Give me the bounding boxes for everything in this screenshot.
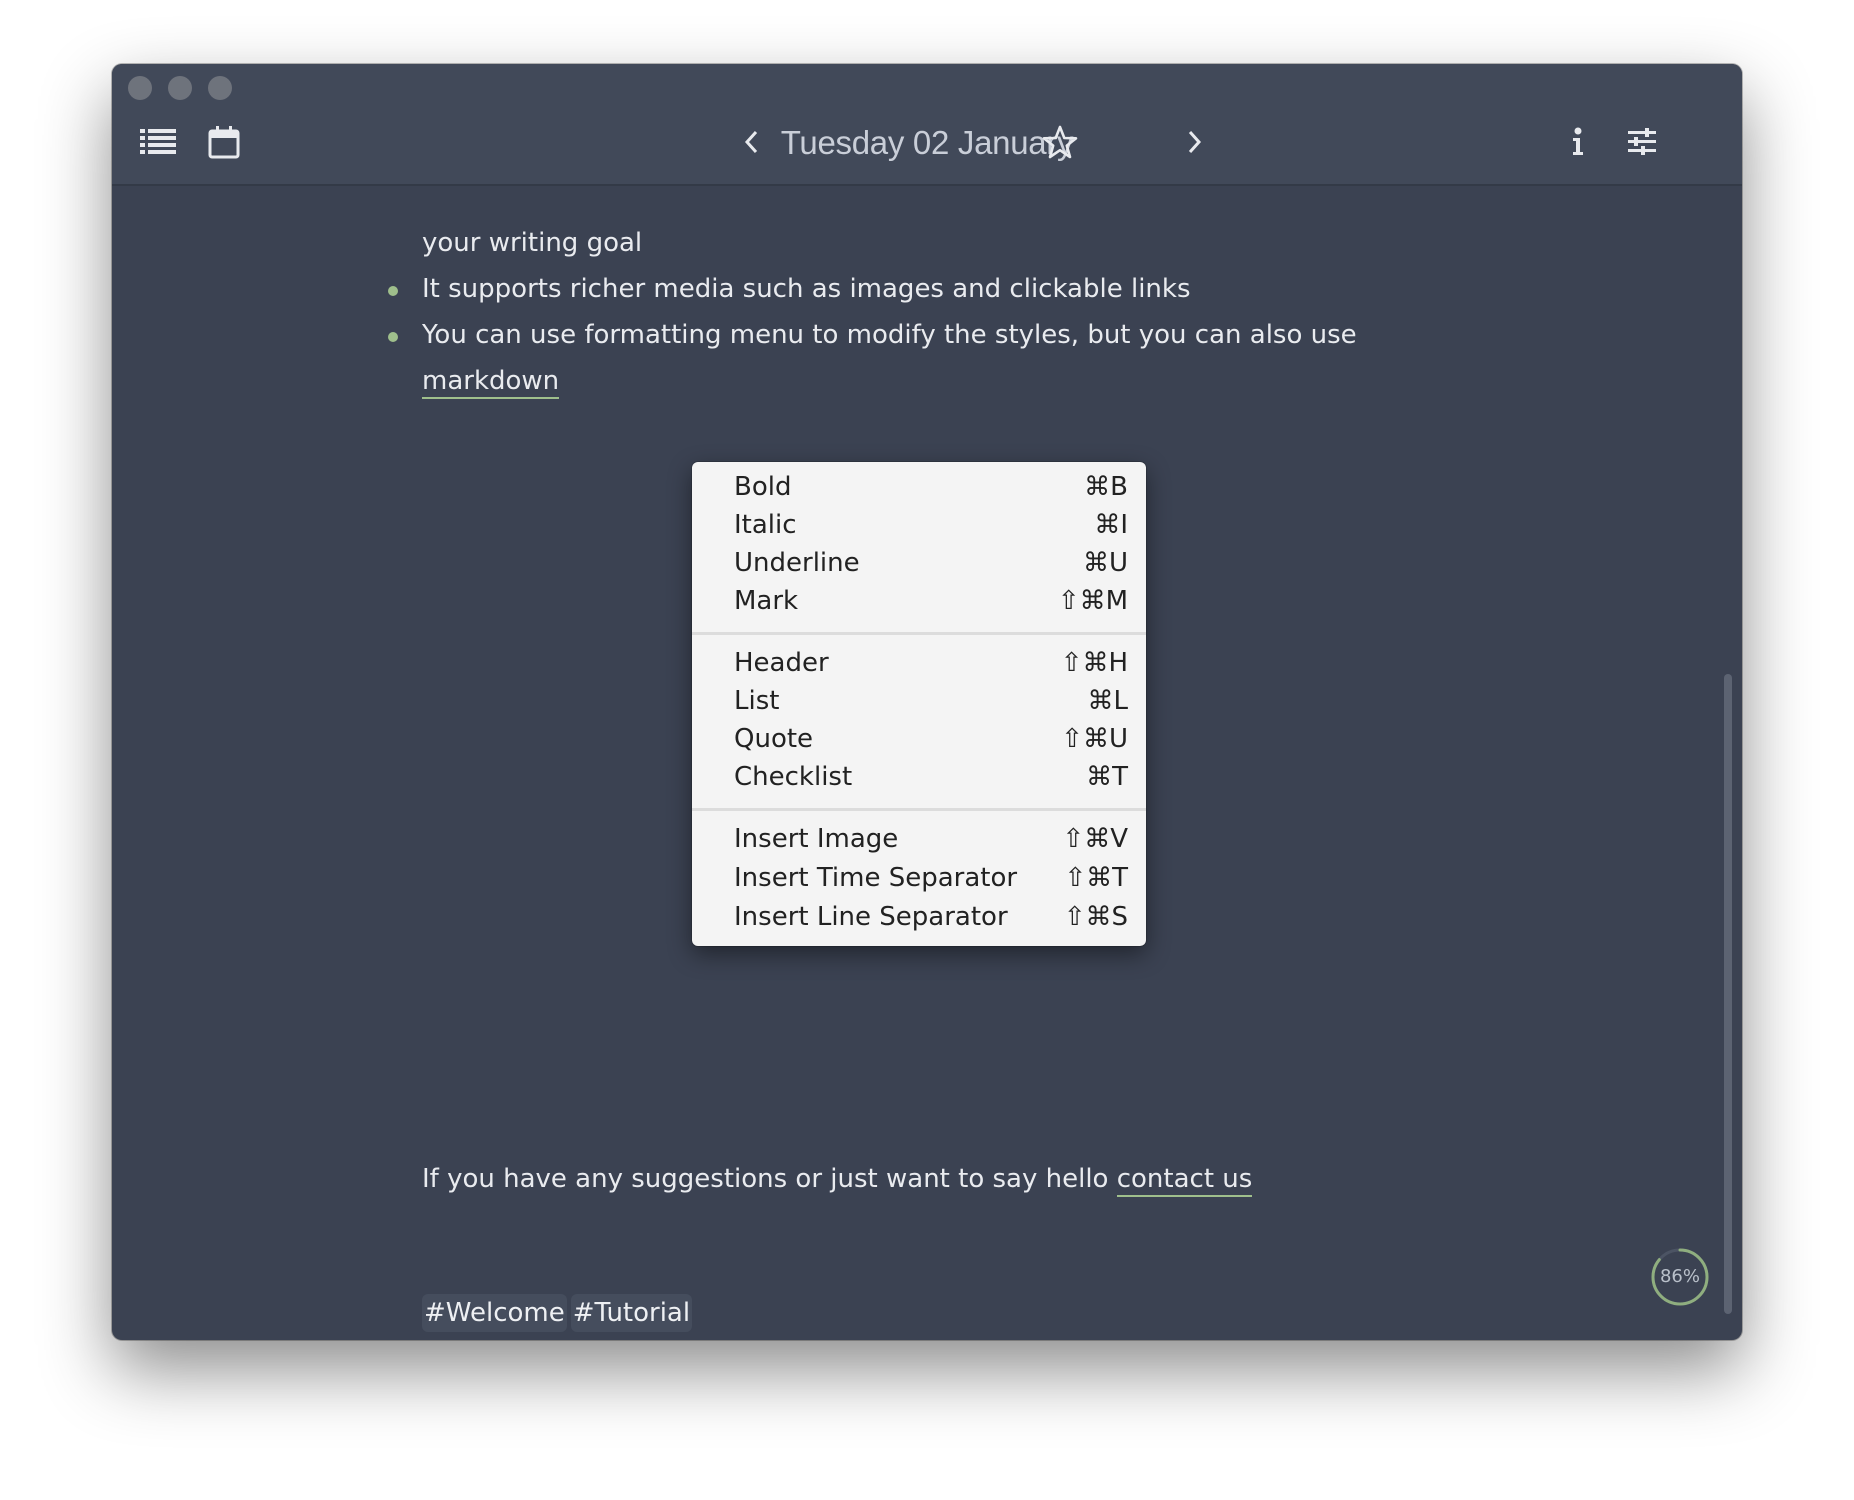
info-icon[interactable] — [1558, 122, 1598, 162]
shortcut: ⌘T — [1086, 762, 1128, 792]
star-icon[interactable] — [1040, 122, 1080, 162]
shortcut: ⌘L — [1087, 686, 1129, 716]
menu-item-italic[interactable]: Italic ⌘I — [692, 506, 1146, 544]
tag-list: #Welcome #Tutorial — [422, 1294, 696, 1332]
sliders-icon[interactable] — [1622, 122, 1662, 162]
list-item-continuation: markdown — [422, 366, 560, 399]
markdown-link[interactable]: markdown — [422, 366, 560, 399]
menu-item-insert-image[interactable]: Insert Image ⇧⌘V — [692, 820, 1146, 858]
app-window: Tuesday 02 January your writing goal It … — [112, 64, 1742, 1340]
shortcut: ⌘B — [1084, 472, 1128, 502]
chevron-right-icon[interactable] — [1174, 122, 1214, 162]
menu-separator — [692, 632, 1146, 635]
menu-item-underline[interactable]: Underline ⌘U — [692, 544, 1146, 582]
menu-item-insert-time-separator[interactable]: Insert Time Separator ⇧⌘T — [692, 859, 1146, 897]
suggestion-paragraph: If you have any suggestions or just want… — [422, 1164, 1253, 1197]
menu-item-quote[interactable]: Quote ⇧⌘U — [692, 720, 1146, 758]
shortcut: ⌘U — [1082, 548, 1128, 578]
list-item-text: It supports richer media such as images … — [422, 274, 1191, 304]
list-icon[interactable] — [138, 122, 178, 162]
shortcut: ⇧⌘T — [1064, 863, 1128, 893]
toolbar: Tuesday 02 January — [112, 64, 1742, 186]
tag-tutorial[interactable]: #Tutorial — [570, 1294, 693, 1332]
bullet-dot — [388, 332, 398, 342]
list-item-text: You can use formatting menu to modify th… — [422, 320, 1357, 350]
suggestion-text: If you have any suggestions or just want… — [422, 1164, 1117, 1194]
shortcut: ⇧⌘M — [1057, 586, 1128, 616]
list-item: It supports richer media such as images … — [388, 274, 1191, 304]
shortcut: ⇧⌘V — [1062, 824, 1128, 854]
menu-item-insert-line-separator[interactable]: Insert Line Separator ⇧⌘S — [692, 898, 1146, 936]
shortcut: ⌘I — [1094, 510, 1128, 540]
menu-item-list[interactable]: List ⌘L — [692, 682, 1146, 720]
tag-welcome[interactable]: #Welcome — [422, 1294, 567, 1332]
format-menu: Bold ⌘B Italic ⌘I Underline ⌘U Mark ⇧⌘M … — [692, 462, 1146, 946]
minimize-button[interactable] — [168, 76, 192, 100]
menu-separator — [692, 808, 1146, 811]
scrollbar[interactable] — [1724, 674, 1732, 1314]
close-button[interactable] — [128, 76, 152, 100]
text-line: your writing goal — [422, 228, 643, 258]
list-item: You can use formatting menu to modify th… — [388, 320, 1357, 350]
calendar-icon[interactable] — [204, 122, 244, 162]
menu-item-header[interactable]: Header ⇧⌘H — [692, 644, 1146, 682]
chevron-left-icon[interactable] — [732, 122, 772, 162]
date-title[interactable]: Tuesday 02 January — [781, 124, 1074, 162]
contact-link[interactable]: contact us — [1116, 1164, 1253, 1197]
progress-label: 86% — [1659, 1266, 1700, 1287]
shortcut: ⇧⌘U — [1061, 724, 1128, 754]
bullet-dot — [388, 286, 398, 296]
menu-item-mark[interactable]: Mark ⇧⌘M — [692, 582, 1146, 620]
shortcut: ⇧⌘H — [1060, 648, 1128, 678]
zoom-button[interactable] — [208, 76, 232, 100]
menu-item-checklist[interactable]: Checklist ⌘T — [692, 758, 1146, 796]
shortcut: ⇧⌘S — [1063, 902, 1128, 932]
writing-goal-progress[interactable]: 86% — [1650, 1247, 1710, 1307]
menu-item-bold[interactable]: Bold ⌘B — [692, 468, 1146, 506]
